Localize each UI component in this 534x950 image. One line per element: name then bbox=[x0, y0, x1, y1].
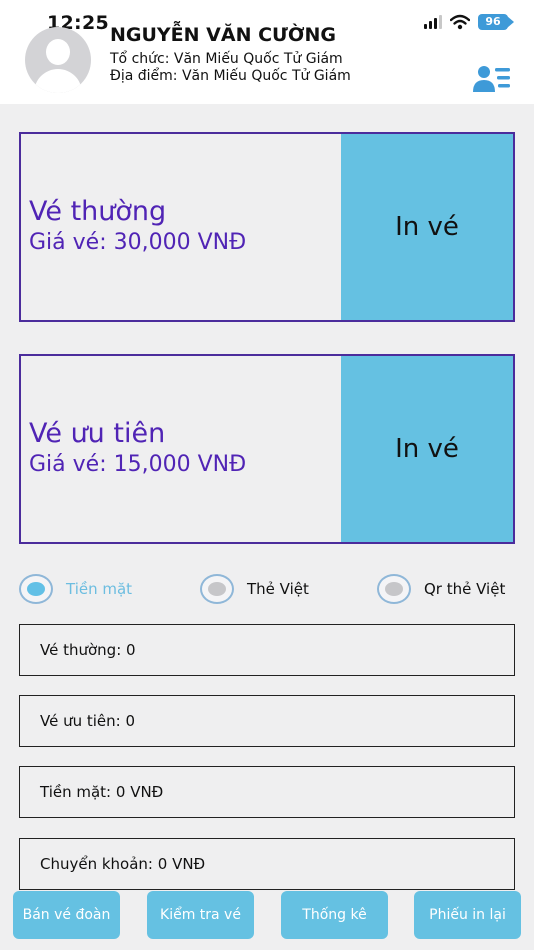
radio-button[interactable] bbox=[377, 574, 411, 604]
user-name: NGUYỄN VĂN CƯỜNG bbox=[110, 24, 337, 46]
radio-dot bbox=[385, 582, 403, 596]
ticket-name: Vé ưu tiên bbox=[29, 418, 166, 449]
summary-transfer-total: Chuyển khoản: 0 VNĐ bbox=[19, 838, 515, 890]
check-ticket-button[interactable]: Kiểm tra vé bbox=[147, 891, 254, 939]
ticket-card-priority: Vé ưu tiên Giá vé: 15,000 VNĐ In vé bbox=[19, 354, 515, 544]
payment-method-group: Tiền mặt Thẻ Việt Qr thẻ Việt bbox=[19, 572, 515, 606]
user-list-icon bbox=[473, 66, 510, 92]
summary-cash-total: Tiền mặt: 0 VNĐ bbox=[19, 766, 515, 818]
location-text: Địa điểm: Văn Miếu Quốc Tử Giám bbox=[110, 68, 351, 84]
reprint-receipt-button[interactable]: Phiếu in lại bbox=[414, 891, 521, 939]
ticket-price: Giá vé: 30,000 VNĐ bbox=[29, 230, 247, 255]
radio-dot bbox=[208, 582, 226, 596]
group-sale-button[interactable]: Bán vé đoàn bbox=[13, 891, 120, 939]
radio-dot bbox=[27, 582, 45, 596]
ticket-card-regular: Vé thường Giá vé: 30,000 VNĐ In vé bbox=[19, 132, 515, 322]
ticket-name: Vé thường bbox=[29, 196, 167, 227]
payment-option-label: Tiền mặt bbox=[66, 580, 133, 598]
avatar-head-shape bbox=[46, 39, 70, 65]
header: 12:25 96 NGUYỄN VĂN CƯỜNG Tổ chức: Văn M… bbox=[0, 0, 534, 104]
radio-button[interactable] bbox=[200, 574, 234, 604]
avatar-body-shape bbox=[34, 69, 82, 93]
statistics-button[interactable]: Thống kê bbox=[281, 891, 388, 939]
wifi-icon bbox=[450, 14, 470, 30]
summary-priority-count: Vé ưu tiên: 0 bbox=[19, 695, 515, 747]
status-icons: 96 bbox=[424, 14, 514, 30]
battery-tip bbox=[507, 16, 514, 28]
payment-option-cash[interactable]: Tiền mặt bbox=[19, 572, 132, 606]
payment-option-label: Qr thẻ Việt bbox=[424, 580, 506, 598]
radio-button-selected[interactable] bbox=[19, 574, 53, 604]
battery-level: 96 bbox=[478, 14, 508, 30]
payment-option-card[interactable]: Thẻ Việt bbox=[200, 572, 309, 606]
summary-regular-count: Vé thường: 0 bbox=[19, 624, 515, 676]
cellular-signal-icon bbox=[424, 15, 442, 29]
payment-option-label: Thẻ Việt bbox=[247, 580, 309, 598]
user-menu-button[interactable] bbox=[472, 64, 512, 94]
payment-option-qr[interactable]: Qr thẻ Việt bbox=[377, 572, 505, 606]
print-ticket-button[interactable]: In vé bbox=[341, 356, 513, 542]
battery-icon: 96 bbox=[478, 14, 514, 30]
ticket-price: Giá vé: 15,000 VNĐ bbox=[29, 452, 247, 477]
organization-text: Tổ chức: Văn Miếu Quốc Tử Giám bbox=[110, 51, 343, 67]
avatar bbox=[25, 27, 91, 93]
ticket-info: Vé ưu tiên Giá vé: 15,000 VNĐ bbox=[21, 356, 341, 542]
print-ticket-button[interactable]: In vé bbox=[341, 134, 513, 320]
ticket-info: Vé thường Giá vé: 30,000 VNĐ bbox=[21, 134, 341, 320]
